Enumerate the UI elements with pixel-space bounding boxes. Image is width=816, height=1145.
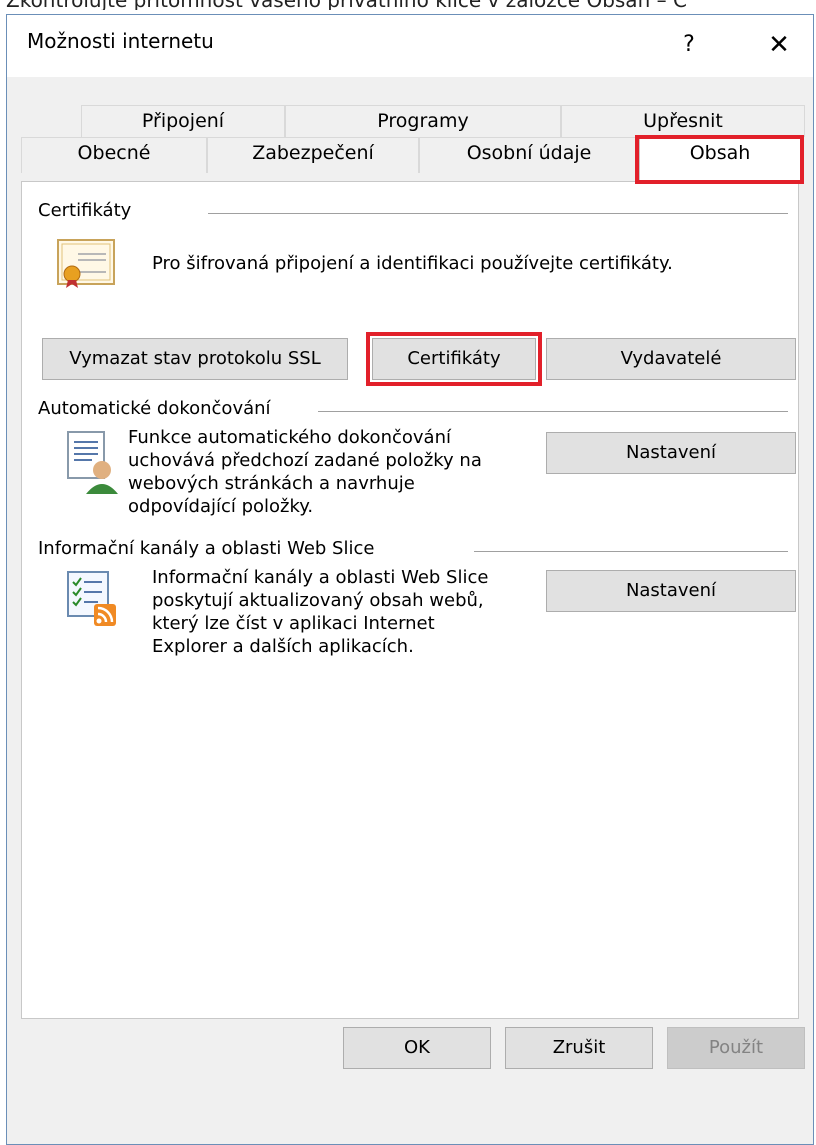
tab-osobni-udaje[interactable]: Osobní údaje [419, 137, 639, 173]
certificates-section-title: Certifikáty [38, 200, 132, 221]
feeds-description-line: který lze číst v aplikaci Internet [152, 613, 435, 634]
feeds-description-line: Explorer a dalších aplikacích. [152, 636, 414, 657]
titlebar: Možnosti internetu ? ✕ [7, 15, 813, 77]
autocomplete-divider [318, 411, 788, 412]
close-button[interactable]: ✕ [755, 21, 803, 69]
clear-ssl-state-button[interactable]: Vymazat stav protokolu SSL [42, 338, 348, 380]
feeds-description: Informační kanály a oblasti Web Slice po… [152, 566, 542, 658]
dialog-title: Možnosti internetu [27, 29, 214, 53]
tab-programy[interactable]: Programy [285, 105, 561, 137]
tab-upresnit[interactable]: Upřesnit [561, 105, 805, 137]
certificates-description: Pro šifrovaná připojení a identifikaci p… [152, 253, 673, 274]
active-tab-highlight [635, 135, 804, 184]
autocomplete-description-line: Funkce automatického dokončování [128, 427, 451, 448]
autocomplete-settings-button[interactable]: Nastavení [546, 432, 796, 474]
tab-zabezpeceni[interactable]: Zabezpečení [207, 137, 419, 173]
certificates-divider [208, 213, 788, 214]
tab-obecne[interactable]: Obecné [21, 137, 207, 173]
certificate-icon [56, 236, 116, 290]
ok-button[interactable]: OK [343, 1027, 491, 1069]
autocomplete-description-line: odpovídající položky. [128, 496, 314, 517]
feeds-description-line: poskytují aktualizovaný obsah webů, [152, 590, 484, 611]
tab-pripojeni[interactable]: Připojení [81, 105, 285, 137]
publishers-button[interactable]: Vydavatelé [546, 338, 796, 380]
feeds-settings-button[interactable]: Nastavení [546, 570, 796, 612]
autocomplete-description: Funkce automatického dokončování uchováv… [128, 426, 548, 518]
apply-button[interactable]: Použít [667, 1027, 805, 1069]
feeds-icon [64, 570, 124, 630]
autocomplete-description-line: uchovává předchozí zadané položky na [128, 450, 482, 471]
content-panel: Certifikáty Pro šifrovaná připojení a id… [21, 181, 799, 1019]
autocomplete-description-line: webových stránkách a navrhuje [128, 473, 415, 494]
feeds-description-line: Informační kanály a oblasti Web Slice [152, 567, 489, 588]
page-top-text: Zkontrolujte přítomnost vašeho privátníh… [6, 0, 816, 10]
certificates-button-highlight [366, 332, 542, 386]
feeds-divider [474, 551, 788, 552]
cancel-button[interactable]: Zrušit [505, 1027, 653, 1069]
feeds-section-title: Informační kanály a oblasti Web Slice [38, 538, 375, 559]
internet-options-dialog: Možnosti internetu ? ✕ Připojení Program… [6, 14, 814, 1145]
help-button[interactable]: ? [665, 21, 713, 69]
autocomplete-section-title: Automatické dokončování [38, 398, 271, 419]
dialog-client-area: Připojení Programy Upřesnit Obecné Zabez… [7, 77, 813, 1144]
autocomplete-icon [62, 430, 122, 496]
